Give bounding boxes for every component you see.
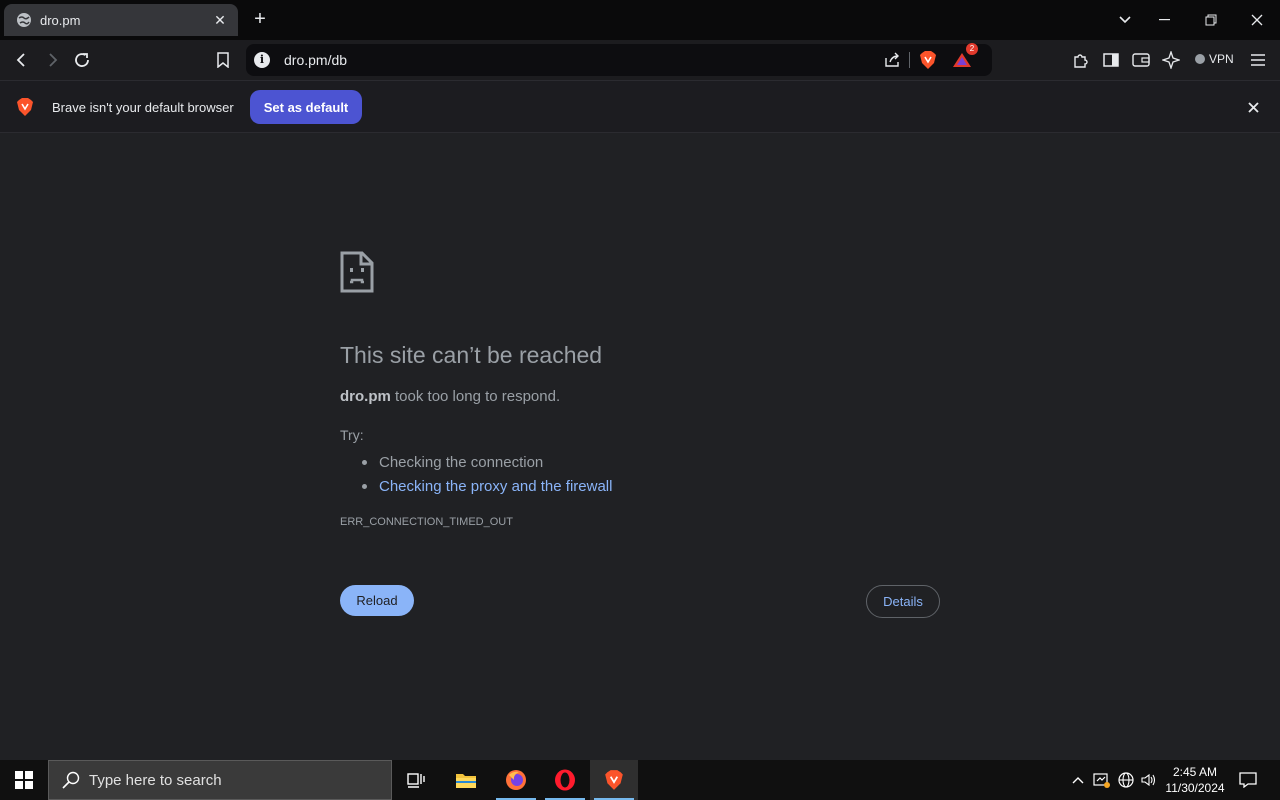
error-host: dro.pm — [340, 388, 391, 405]
vpn-label: VPN — [1209, 52, 1234, 66]
vpn-button[interactable]: VPN — [1195, 52, 1234, 66]
network-globe-icon[interactable] — [1116, 770, 1136, 790]
wallet-icon[interactable] — [1129, 48, 1153, 72]
error-title: This site can’t be reached — [340, 342, 603, 368]
brave-logo-icon — [16, 97, 34, 122]
reload-icon[interactable] — [70, 48, 94, 72]
vpn-status-icon — [1195, 54, 1205, 64]
infobar-message: Brave isn't your default browser — [52, 100, 234, 115]
new-tab-button[interactable]: + — [250, 9, 270, 30]
details-button[interactable]: Details — [866, 585, 940, 618]
page-content: This site can’t be reached dro.pm took t… — [0, 133, 1280, 760]
back-button[interactable] — [10, 48, 34, 72]
task-view-icon[interactable] — [392, 760, 440, 800]
sad-page-icon — [340, 251, 374, 298]
forward-button[interactable] — [40, 48, 64, 72]
menu-icon[interactable] — [1246, 48, 1270, 72]
minimize-button[interactable] — [1142, 0, 1188, 40]
leo-ai-icon[interactable] — [1159, 48, 1183, 72]
rewards-badge: 2 — [966, 43, 978, 55]
error-description: dro.pm took too long to respond. — [340, 388, 560, 405]
taskbar-search-box[interactable]: Type here to search — [48, 760, 392, 800]
try-label: Try: — [340, 427, 364, 443]
battery-status-icon[interactable] — [1092, 770, 1112, 790]
windows-taskbar: Type here to search 2:45 AM 11/30/2024 — [0, 760, 1280, 800]
start-button[interactable] — [0, 760, 48, 800]
clock-date: 11/30/2024 — [1165, 781, 1225, 795]
default-browser-infobar: Brave isn't your default browser Set as … — [0, 81, 1280, 133]
error-description-text: took too long to respond. — [390, 388, 561, 405]
omnibox-divider — [909, 52, 910, 68]
infobar-close-icon[interactable] — [1244, 98, 1262, 116]
bookmark-icon[interactable] — [211, 48, 235, 72]
url-text: dro.pm/db — [284, 52, 348, 68]
globe-icon — [16, 12, 32, 28]
extensions-icon[interactable] — [1069, 48, 1093, 72]
restore-button[interactable] — [1188, 0, 1234, 40]
clock-time: 2:45 AM — [1172, 765, 1218, 779]
suggestion-check-proxy-link[interactable]: Checking the proxy and the firewall — [362, 474, 612, 498]
share-icon[interactable] — [880, 48, 904, 72]
taskbar-clock[interactable]: 2:45 AM 11/30/2024 — [1160, 764, 1230, 796]
brave-shields-icon[interactable] — [916, 48, 940, 72]
tab-title: dro.pm — [40, 12, 81, 28]
file-explorer-icon[interactable] — [442, 760, 490, 800]
sidebar-icon[interactable] — [1099, 48, 1123, 72]
search-placeholder: Type here to search — [89, 771, 222, 789]
tab-close-icon[interactable]: ✕ — [212, 12, 228, 28]
notifications-icon[interactable] — [1238, 770, 1258, 790]
error-code: ERR_CONNECTION_TIMED_OUT — [340, 516, 513, 528]
firefox-icon[interactable] — [492, 760, 540, 800]
volume-icon[interactable] — [1139, 770, 1159, 790]
brave-taskbar-icon[interactable] — [590, 760, 638, 800]
brave-rewards-icon[interactable]: 2 — [950, 43, 978, 72]
browser-tab[interactable]: dro.pm ✕ — [4, 4, 238, 36]
reload-button[interactable]: Reload — [340, 585, 414, 616]
suggestions-list: Checking the connection Checking the pro… — [362, 450, 612, 498]
search-icon — [61, 770, 81, 790]
set-as-default-button[interactable]: Set as default — [250, 90, 362, 124]
opera-icon[interactable] — [541, 760, 589, 800]
address-bar[interactable]: i dro.pm/db 2 — [246, 43, 992, 76]
browser-toolbar: i dro.pm/db 2 VPN — [0, 40, 1280, 81]
close-window-button[interactable] — [1234, 0, 1280, 40]
site-info-icon[interactable]: i — [254, 52, 270, 68]
tab-strip: dro.pm ✕ + — [0, 0, 1280, 40]
show-hidden-icons-icon[interactable] — [1068, 770, 1088, 790]
suggestion-check-connection: Checking the connection — [362, 450, 612, 474]
